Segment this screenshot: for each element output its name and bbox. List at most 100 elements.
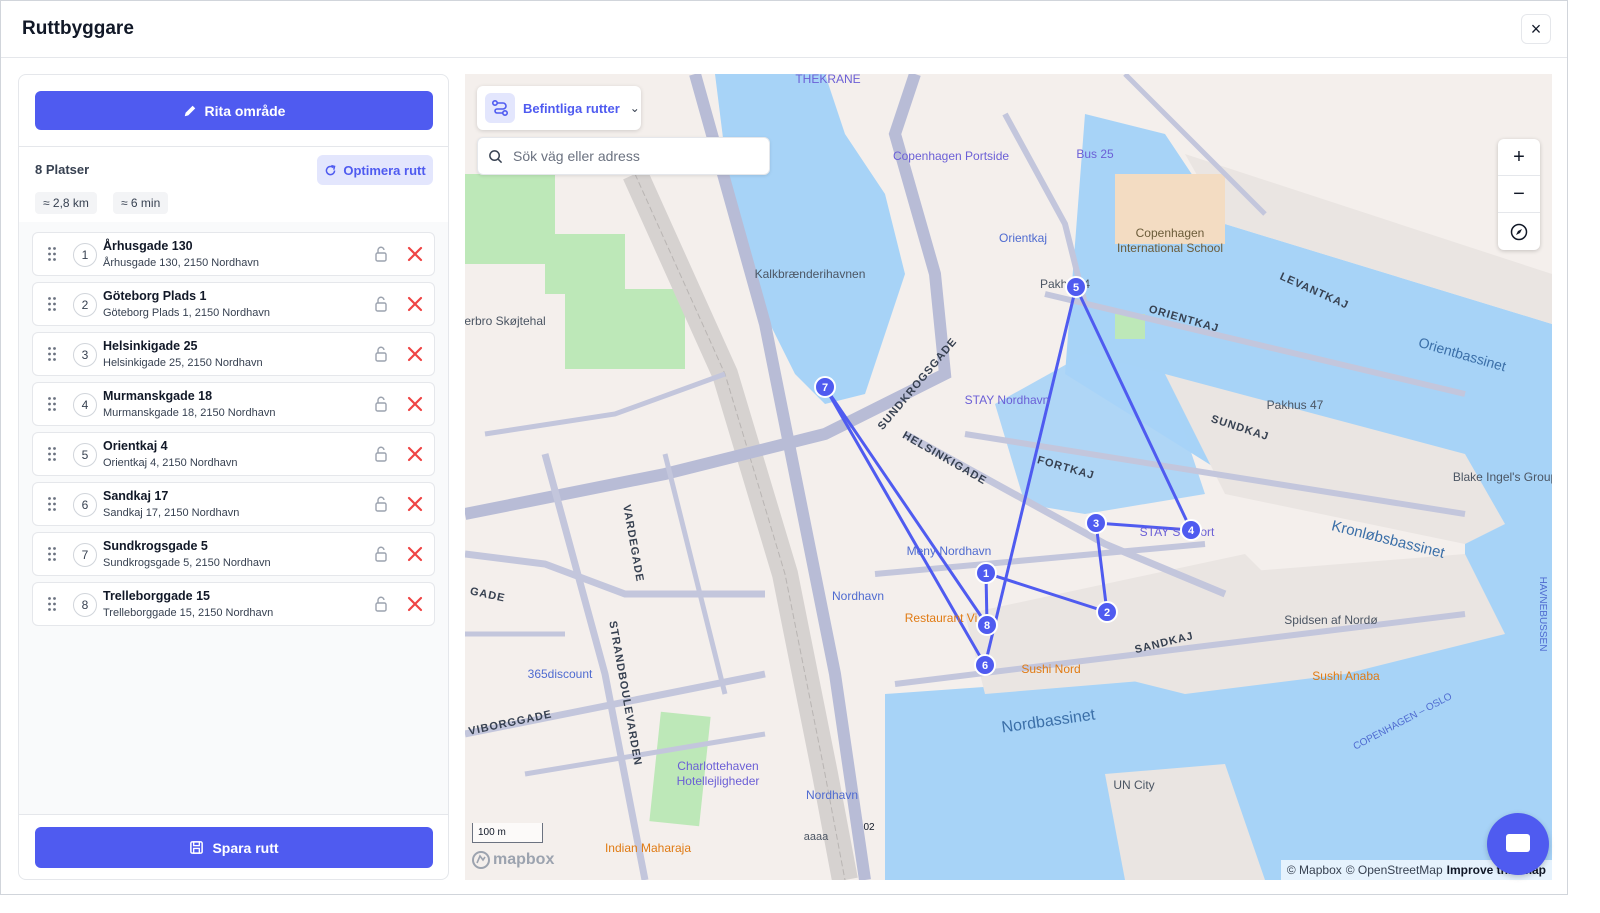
map-label: THEKRANE (795, 74, 860, 86)
stop-address: Sandkaj 17, 2150 Nordhavn (103, 507, 240, 519)
save-route-button[interactable]: Spara rutt (35, 827, 433, 868)
zoom-out-button[interactable]: − (1498, 176, 1540, 213)
unlock-icon[interactable] (373, 496, 389, 512)
draw-area-button[interactable]: Rita område (35, 91, 433, 130)
compass-button[interactable] (1498, 213, 1540, 250)
map-label: Copenhagen Portside (893, 149, 1009, 163)
unlock-icon[interactable] (373, 346, 389, 362)
drag-handle-icon[interactable] (47, 546, 57, 562)
map-label: SUNDKROGSGADE (876, 336, 960, 433)
map-label: Pakhus 47 (1267, 398, 1324, 412)
map-label: UN City (1113, 778, 1154, 792)
route-marker[interactable]: 6 (974, 654, 996, 676)
delete-icon[interactable] (406, 495, 424, 513)
route-marker[interactable]: 7 (814, 376, 836, 398)
existing-routes-label: Befintliga rutter (523, 100, 620, 116)
delete-icon[interactable] (406, 595, 424, 613)
stop-row[interactable]: 7 Sundkrogsgade 5 Sundkrogsgade 5, 2150 No… (32, 532, 435, 576)
drag-handle-icon[interactable] (47, 446, 57, 462)
drag-handle-icon[interactable] (47, 396, 57, 412)
delete-icon[interactable] (406, 445, 424, 463)
zoom-in-button[interactable]: + (1498, 139, 1540, 176)
map-label: Spidsen af Nordø (1284, 613, 1378, 627)
drag-handle-icon[interactable] (47, 296, 57, 312)
optimize-route-label: Optimera rutt (343, 162, 426, 178)
road-gade (465, 550, 765, 598)
delete-icon[interactable] (406, 395, 424, 413)
unlock-icon[interactable] (373, 246, 389, 262)
map-search[interactable] (477, 137, 770, 175)
stop-row[interactable]: 8 Trelleborggade 15 Trelleborggade 15, 215… (32, 582, 435, 626)
delete-icon[interactable] (406, 245, 424, 263)
distance-badge: ≈ 2,8 km (35, 192, 97, 214)
stop-address: Murmanskgade 18, 2150 Nordhavn (103, 407, 276, 419)
route-marker-number: 6 (982, 660, 988, 672)
stop-number: 1 (73, 243, 97, 267)
map-label: Sushi Anaba (1312, 669, 1380, 683)
close-button[interactable]: × (1521, 14, 1551, 44)
delete-icon[interactable] (406, 545, 424, 563)
optimize-route-button[interactable]: Optimera rutt (317, 155, 433, 185)
unlock-icon[interactable] (373, 396, 389, 412)
stop-number: 5 (73, 443, 97, 467)
map-label: Restaurant Vi (905, 611, 978, 625)
modal-header: Ruttbyggare × (1, 1, 1567, 58)
stops-list: 1 Århusgade 130 Århusgade 130, 2150 Nordha… (19, 222, 448, 814)
routes-icon (485, 93, 515, 123)
stop-number: 3 (73, 343, 97, 367)
attribution-osm[interactable]: © OpenStreetMap (1346, 863, 1443, 877)
mapbox-logo[interactable]: mapbox (472, 851, 554, 869)
search-icon (489, 149, 503, 163)
stop-number: 2 (73, 293, 97, 317)
stop-address: Sundkrogsgade 5, 2150 Nordhavn (103, 557, 271, 569)
stop-row[interactable]: 3 Helsinkigade 25 Helsinkigade 25, 2150 No… (32, 332, 435, 376)
save-icon (190, 841, 204, 854)
map-view[interactable]: THEKRANE Copenhagen Portside Bus 25 Copenha… (465, 74, 1552, 880)
route-marker-number: 2 (1104, 607, 1110, 619)
stop-row[interactable]: 1 Århusgade 130 Århusgade 130, 2150 Nordha… (32, 232, 435, 276)
route-marker[interactable]: 8 (976, 614, 998, 636)
drag-handle-icon[interactable] (47, 496, 57, 512)
delete-icon[interactable] (406, 345, 424, 363)
stop-number: 4 (73, 393, 97, 417)
stop-row[interactable]: 2 Göteborg Plads 1 Göteborg Plads 1, 2150 … (32, 282, 435, 326)
stops-panel: Rita område 8 Platser Optimera rutt ≈ 2,… (18, 74, 449, 880)
drag-handle-icon[interactable] (47, 346, 57, 362)
unlock-icon[interactable] (373, 596, 389, 612)
delete-icon[interactable] (406, 295, 424, 313)
map-label: STAY Nordhavn (965, 393, 1050, 407)
map-label: Charlottehaven (677, 759, 758, 773)
route-marker-number: 7 (822, 382, 828, 394)
compass-icon (1510, 223, 1528, 240)
park (545, 234, 625, 294)
close-icon: × (1530, 18, 1542, 39)
route-marker[interactable]: 3 (1085, 512, 1107, 534)
search-input[interactable] (513, 148, 753, 164)
stop-address: Århusgade 130, 2150 Nordhavn (103, 257, 259, 269)
unlock-icon[interactable] (373, 296, 389, 312)
stop-row[interactable]: 5 Orientkaj 4 Orientkaj 4, 2150 Nordhavn (32, 432, 435, 476)
route-marker-number: 8 (984, 620, 990, 632)
unlock-icon[interactable] (373, 446, 389, 462)
map-label: Sushi Nord (1021, 662, 1080, 676)
route-marker[interactable]: 2 (1096, 601, 1118, 623)
existing-routes-dropdown[interactable]: Befintliga rutter ⌄ (477, 86, 641, 130)
unlock-icon[interactable] (373, 546, 389, 562)
route-marker[interactable]: 5 (1065, 276, 1087, 298)
scale-bar: 100 m (472, 823, 543, 843)
drag-handle-icon[interactable] (47, 596, 57, 612)
route-marker-number: 1 (983, 568, 989, 580)
stop-number: 7 (73, 543, 97, 567)
stop-name: Murmanskgade 18 (103, 389, 213, 403)
chat-launcher-button[interactable] (1487, 813, 1549, 875)
drag-handle-icon[interactable] (47, 246, 57, 262)
map-canvas[interactable]: THEKRANE Copenhagen Portside Bus 25 Copenha… (465, 74, 1552, 880)
stop-row[interactable]: 4 Murmanskgade 18 Murmanskgade 18, 2150 No… (32, 382, 435, 426)
attribution-mapbox[interactable]: © Mapbox (1287, 863, 1342, 877)
map-label: VIBORGGADE (467, 708, 553, 737)
map-label: Nordhavn (832, 589, 884, 603)
stop-name: Sundkrogsgade 5 (103, 539, 208, 553)
route-marker[interactable]: 4 (1180, 519, 1202, 541)
route-marker[interactable]: 1 (975, 562, 997, 584)
stop-row[interactable]: 6 Sandkaj 17 Sandkaj 17, 2150 Nordhavn (32, 482, 435, 526)
